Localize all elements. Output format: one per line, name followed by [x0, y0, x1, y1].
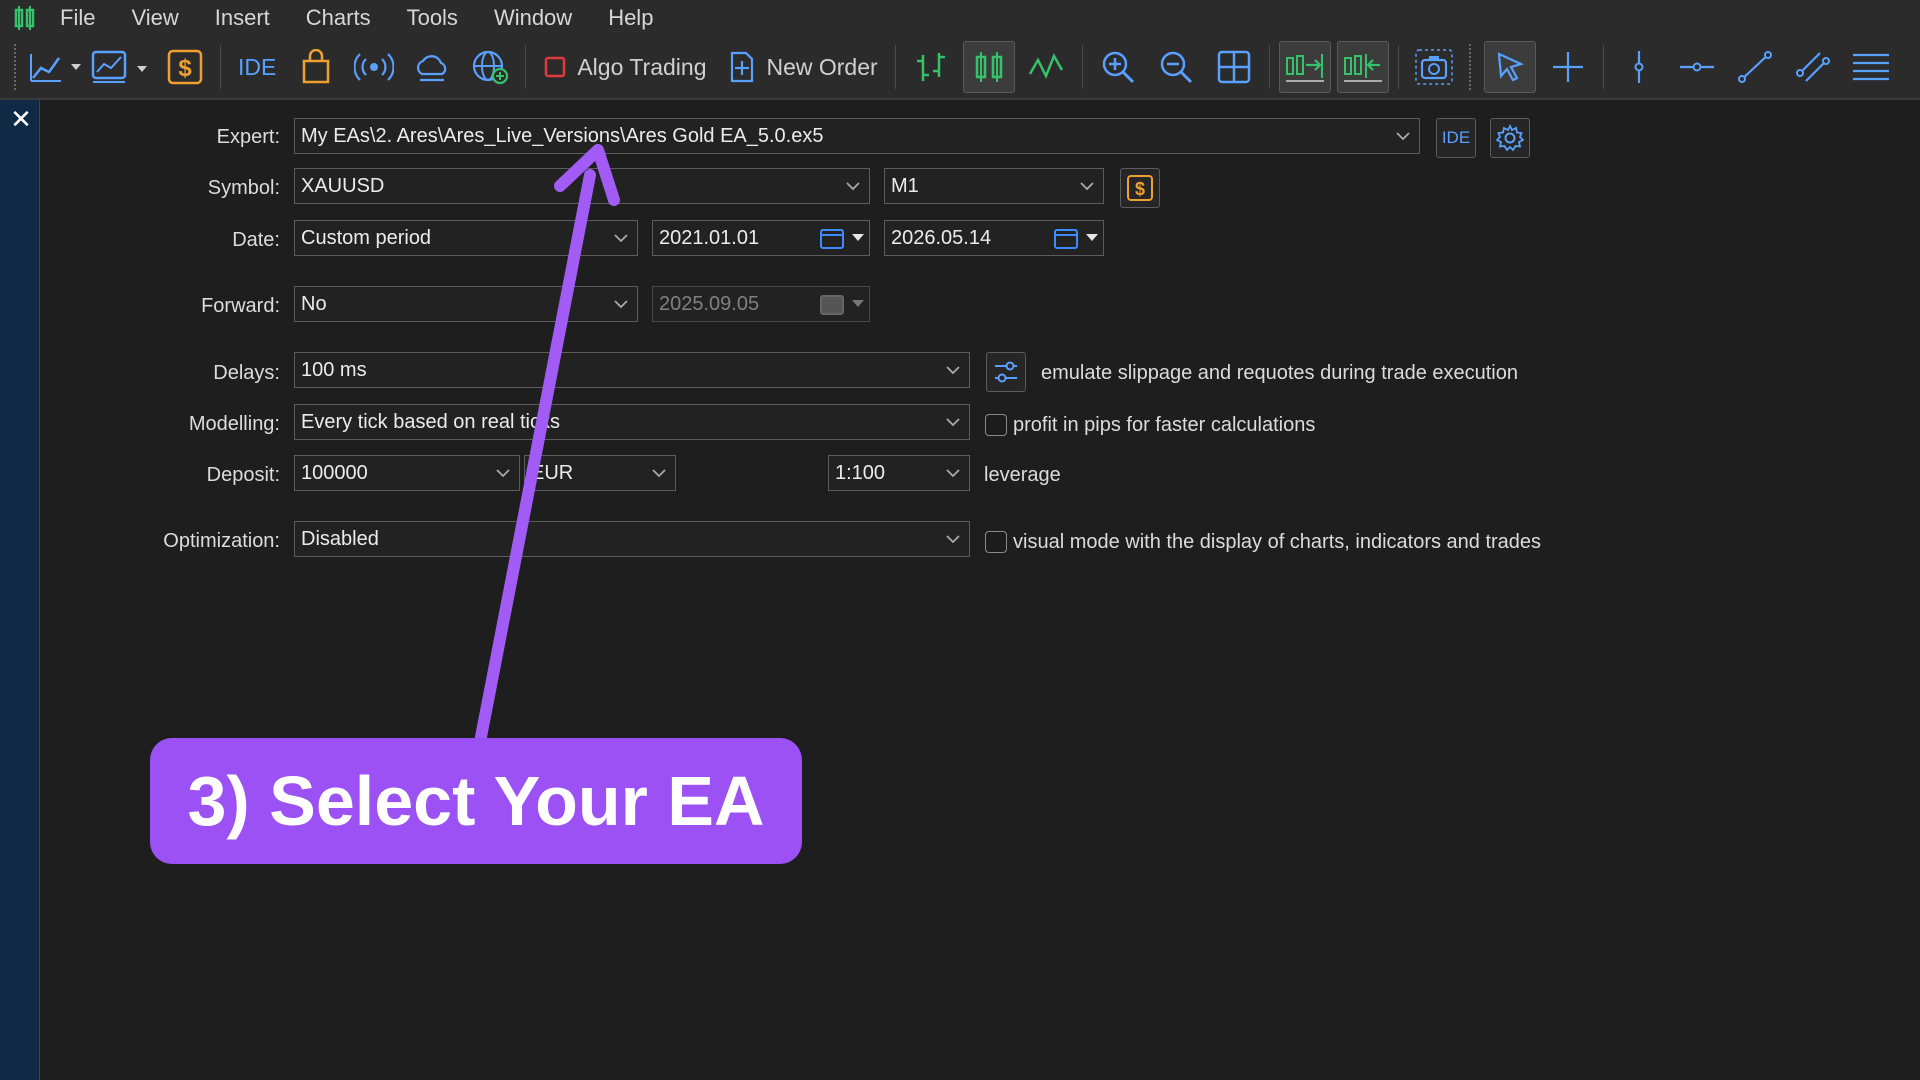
- callout-text: 3) Select Your EA: [187, 762, 765, 840]
- tutorial-callout: 3) Select Your EA: [150, 738, 802, 864]
- tutorial-arrow: [474, 144, 620, 748]
